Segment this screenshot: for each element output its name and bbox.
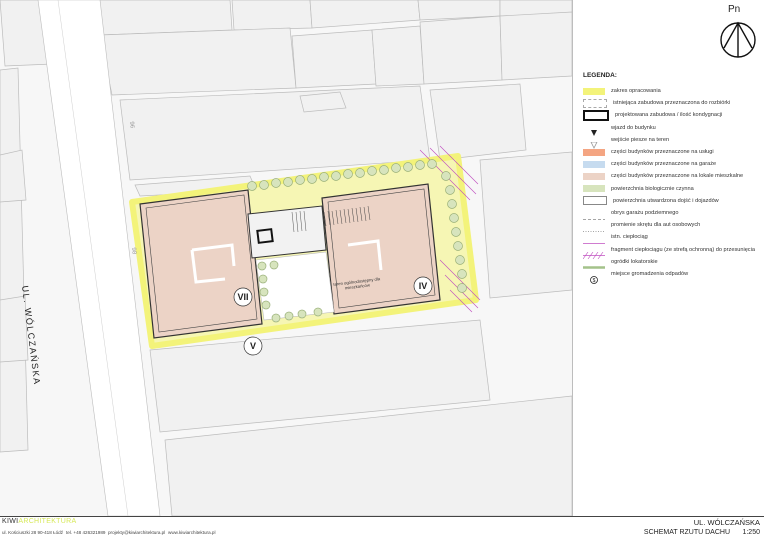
courtyard bbox=[255, 251, 335, 321]
legend-label: powierzchnia biologicznie czynna bbox=[611, 185, 694, 192]
legend-label: istn. ciepłociąg bbox=[611, 234, 648, 241]
legend-label: części budynków przeznaczone na lokale m… bbox=[611, 173, 744, 180]
neighbor-building bbox=[0, 149, 27, 203]
legend-swatch bbox=[583, 87, 605, 95]
neighbor-building bbox=[231, 0, 313, 31]
legend-item: $ miejsce gromadzenia odpadów bbox=[583, 269, 689, 284]
legend-panel: LEGENDA: zakres opracowania istniejąca za… bbox=[572, 0, 764, 516]
legend-swatch: $ bbox=[583, 271, 605, 284]
parcel-number: 98 bbox=[129, 247, 137, 255]
office-email: projekty@kiwiarchitektura.pl bbox=[108, 530, 166, 535]
legend-label: zakres opracowania bbox=[611, 88, 661, 94]
brand-main: KIWI bbox=[2, 518, 19, 525]
neighbor-building bbox=[291, 29, 377, 89]
office-address: ul. Kościuszki 28 90-418 Łódź bbox=[2, 530, 64, 535]
legend-item: istn. ciepłociąg bbox=[583, 232, 648, 244]
floor-count-iv: IV bbox=[418, 281, 428, 291]
legend-swatch bbox=[583, 234, 605, 244]
brand-accent: ARCHITEKTURA bbox=[18, 518, 77, 525]
legend-item: projektowana zabudowa / ilość kondygnacj… bbox=[583, 109, 723, 121]
legend-label: ogródki lokatorskie bbox=[611, 258, 658, 265]
legend-item: powierzchnia utwardzona dojść i dojazdów bbox=[583, 196, 719, 206]
neighbor-building bbox=[99, 27, 297, 96]
neighbor-building bbox=[299, 91, 347, 113]
neighbor-building bbox=[95, 0, 233, 36]
legend-label: istniejąca zabudowa przeznaczona do rozb… bbox=[613, 100, 731, 107]
brand-logo: KIWIARCHITEKTURA bbox=[2, 518, 76, 525]
neighbor-building bbox=[479, 151, 573, 299]
legend-swatch bbox=[582, 246, 605, 260]
floor-count-v: V bbox=[249, 341, 256, 351]
legend-label: wejście piesze na teren bbox=[611, 136, 670, 143]
legend-item: fragment ciepłociągu (ze strefą ochronną… bbox=[582, 245, 755, 260]
legend-item: zakres opracowania bbox=[583, 86, 661, 96]
neighbor-building bbox=[0, 67, 29, 453]
site-plan-svg bbox=[0, 0, 573, 517]
legend-swatch bbox=[583, 109, 609, 121]
office-website: www.kiwiarchitektura.pl bbox=[168, 530, 216, 535]
legend-swatch bbox=[583, 172, 605, 180]
legend-swatch bbox=[583, 196, 607, 206]
title-block-footer: KIWIARCHITEKTURA ul. Kościuszki 28 90-41… bbox=[0, 516, 764, 541]
legend-item: części budynków przeznaczone na usługi bbox=[583, 147, 714, 157]
legend-swatch bbox=[583, 98, 607, 108]
legend-item: istniejąca zabudowa przeznaczona do rozb… bbox=[583, 98, 730, 108]
drawing-street: UL. WÓLCZAŃSKA bbox=[693, 518, 760, 527]
legend-swatch bbox=[583, 185, 605, 193]
legend-swatch bbox=[583, 136, 605, 150]
building-vii bbox=[139, 189, 263, 339]
legend-label: części budynków przeznaczone na usługi bbox=[611, 149, 714, 155]
drawing-scale: 1:250 bbox=[742, 529, 760, 536]
parcel-number: 96 bbox=[127, 121, 135, 129]
legend-swatch bbox=[583, 258, 605, 270]
legend-label: powierzchnia utwardzona dojść i dojazdów bbox=[613, 197, 719, 204]
legend-item: wjazd do budynku bbox=[583, 123, 656, 137]
legend-item: powierzchnia biologicznie czynna bbox=[583, 184, 694, 194]
legend-label: projektowana zabudowa / ilość kondygnacj… bbox=[615, 112, 723, 119]
neighbor-building bbox=[429, 83, 527, 161]
neighbor-building bbox=[371, 25, 425, 87]
neighbor-building bbox=[419, 15, 503, 85]
legend-item: obrys garażu podziemnego bbox=[583, 208, 679, 220]
site-plan-map: UL. WÓLCZAŃSKA 96 98 VII IV V teren ogól… bbox=[0, 0, 573, 517]
legend-label: obrys garażu podziemnego bbox=[611, 210, 679, 216]
north-arrow-icon bbox=[720, 21, 756, 58]
neighbor-building bbox=[499, 11, 573, 81]
legend-item: wejście piesze na teren bbox=[583, 135, 670, 150]
legend-swatch bbox=[583, 222, 605, 232]
legend-title: LEGENDA: bbox=[583, 72, 617, 79]
legend-swatch bbox=[583, 124, 605, 137]
legend-item: części budynków przeznaczone na garaże bbox=[583, 159, 716, 169]
legend-label: wjazd do budynku bbox=[611, 124, 656, 131]
svg-text:$: $ bbox=[593, 277, 596, 283]
floor-count-vii: VII bbox=[237, 292, 249, 302]
legend-label: promienie skrętu dla aut osobowych bbox=[611, 222, 701, 229]
legend-label: fragment ciepłociągu (ze strefą ochronną… bbox=[611, 246, 755, 253]
legend-item: ogródki lokatorskie bbox=[583, 257, 658, 270]
legend-label: miejsce gromadzenia odpadów bbox=[611, 271, 689, 277]
legend-swatch bbox=[583, 160, 605, 168]
legend-swatch bbox=[583, 210, 605, 220]
connector-block bbox=[247, 205, 327, 259]
legend-item: części budynków przeznaczone na lokale m… bbox=[583, 171, 743, 181]
legend-label: części budynków przeznaczone na garaże bbox=[611, 161, 717, 168]
legend-swatch bbox=[583, 148, 605, 156]
neighbor-building bbox=[309, 0, 421, 29]
drawing-title: SCHEMAT RZUTU DACHU bbox=[643, 529, 730, 536]
legend-item: promienie skrętu dla aut osobowych bbox=[583, 220, 701, 232]
office-phone: tel. +48 426321989 bbox=[66, 530, 106, 535]
